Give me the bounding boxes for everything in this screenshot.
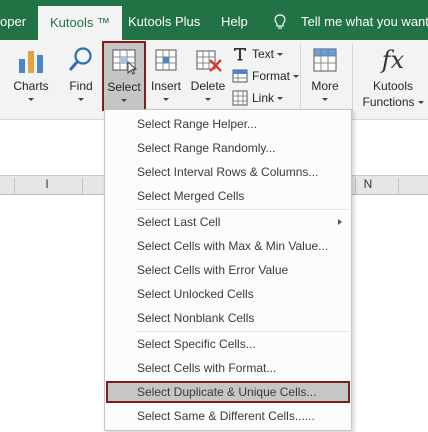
tab-developer[interactable]: oper — [0, 0, 26, 40]
column-header-n[interactable]: N — [358, 177, 378, 191]
link-label: Link — [252, 91, 275, 105]
menu-item-select-cells-with-format[interactable]: Select Cells with Format... — [106, 357, 350, 379]
chevron-down-icon — [293, 75, 300, 79]
menu-item-select-last-cell[interactable]: Select Last Cell — [106, 211, 350, 233]
column-divider — [398, 178, 399, 194]
delete-label: Delete — [190, 79, 226, 93]
insert-label: Insert — [150, 79, 181, 93]
column-divider — [82, 178, 83, 194]
kutools-functions-label-line2: Functions — [362, 95, 415, 109]
menu-item-select-duplicate-unique-cells[interactable]: Select Duplicate & Unique Cells... — [106, 381, 350, 403]
charts-label: Charts — [13, 79, 49, 93]
menu-item-select-specific-cells[interactable]: Select Specific Cells... — [106, 333, 350, 355]
select-dropdown-menu: Select Range Helper... Select Range Rand… — [104, 109, 352, 431]
menu-item-select-interval-rows-columns[interactable]: Select Interval Rows & Columns... — [106, 161, 350, 183]
menu-separator — [135, 209, 349, 210]
chevron-down-icon — [277, 53, 284, 57]
ribbon-separator — [352, 44, 353, 112]
format-label: Format — [252, 69, 291, 83]
charts-button[interactable]: Charts — [8, 40, 54, 112]
chevron-down-icon — [277, 97, 284, 101]
column-divider — [355, 178, 356, 194]
more-label: More — [311, 79, 339, 93]
submenu-arrow-icon — [338, 219, 342, 225]
menu-item-select-merged-cells[interactable]: Select Merged Cells — [106, 185, 350, 207]
more-button[interactable]: More — [305, 40, 345, 112]
chevron-down-icon — [121, 99, 127, 102]
tab-kutools[interactable]: Kutools ™ — [38, 6, 122, 40]
menu-item-select-range-helper[interactable]: Select Range Helper... — [106, 113, 350, 135]
menu-item-select-last-cell-label: Select Last Cell — [137, 215, 221, 229]
menu-item-select-nonblank-cells[interactable]: Select Nonblank Cells — [106, 307, 350, 329]
ribbon-panel: Charts Find Select Insert Delete Text Fo… — [0, 40, 428, 120]
menu-item-select-max-min-value[interactable]: Select Cells with Max & Min Value... — [106, 235, 350, 257]
more-grid-icon — [313, 48, 337, 72]
function-fx-icon: fx — [381, 46, 405, 74]
find-button[interactable]: Find — [60, 40, 102, 112]
chevron-down-icon — [28, 98, 34, 101]
insert-button[interactable]: Insert — [146, 40, 186, 112]
chevron-down-icon — [163, 98, 169, 101]
tab-help[interactable]: Help — [221, 0, 248, 40]
menu-item-select-error-value[interactable]: Select Cells with Error Value — [106, 259, 350, 281]
format-icon — [232, 69, 248, 83]
bar-chart-icon — [19, 51, 43, 73]
delete-button[interactable]: Delete — [188, 40, 228, 112]
menu-item-select-range-randomly[interactable]: Select Range Randomly... — [106, 137, 350, 159]
chevron-down-icon — [205, 98, 211, 101]
chevron-down-icon — [78, 98, 84, 101]
menu-item-select-unlocked-cells[interactable]: Select Unlocked Cells — [106, 283, 350, 305]
delete-grid-icon — [196, 50, 222, 72]
column-header-i[interactable]: I — [37, 177, 57, 191]
tab-kutools-plus[interactable]: Kutools Plus — [128, 0, 200, 40]
ribbon-tab-bar: oper Kutools ™ Kutools Plus Help Tell me… — [0, 0, 428, 40]
select-grid-icon — [112, 49, 138, 75]
chevron-down-icon — [417, 101, 424, 105]
ribbon-separator — [300, 44, 301, 112]
magnifier-icon — [68, 47, 92, 71]
insert-grid-icon — [155, 49, 177, 71]
menu-separator — [135, 331, 349, 332]
lightbulb-icon — [274, 14, 286, 29]
kutools-functions-button[interactable]: fx Kutools Functions — [360, 40, 426, 112]
select-button[interactable]: Select — [102, 41, 146, 111]
text-icon — [234, 48, 246, 61]
select-label: Select — [107, 80, 141, 94]
chevron-down-icon — [322, 98, 328, 101]
menu-item-select-same-different-cells[interactable]: Select Same & Different Cells...... — [106, 405, 350, 427]
tell-me-search[interactable]: Tell me what you want t — [301, 0, 428, 40]
column-divider — [14, 178, 15, 194]
find-label: Find — [69, 79, 93, 93]
text-label: Text — [252, 47, 275, 61]
kutools-functions-label-line1: Kutools — [372, 79, 414, 93]
link-icon — [232, 90, 248, 106]
